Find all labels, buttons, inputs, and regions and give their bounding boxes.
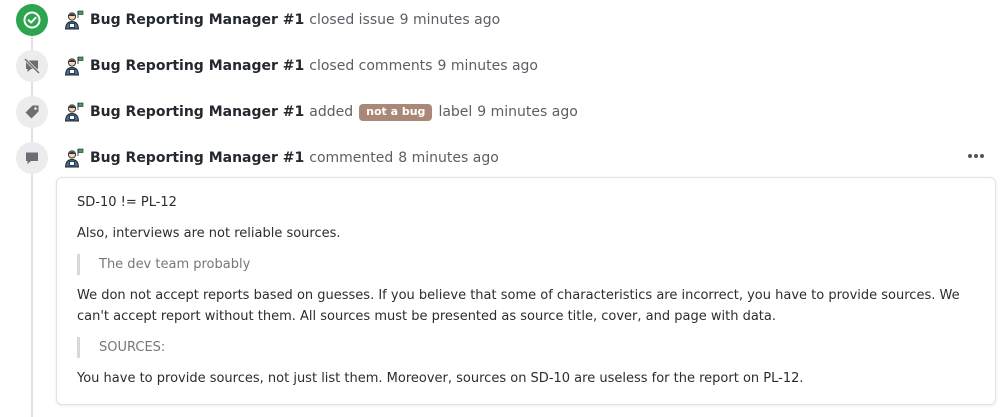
event-time[interactable]: 8 minutes ago	[398, 150, 499, 166]
comment-slash-icon	[16, 50, 48, 82]
event-action: added	[309, 104, 354, 120]
comment-blockquote: SOURCES:	[77, 337, 975, 358]
event-action-suffix: label	[438, 104, 473, 120]
timeline-event-closed-comments: Bug Reporting Manager #1 closed comments…	[16, 50, 538, 82]
event-author-link[interactable]: Bug Reporting Manager #1	[90, 150, 304, 166]
more-horizontal-icon	[968, 154, 984, 158]
comment-text: We don not accept reports based on guess…	[77, 288, 960, 324]
event-author-link[interactable]: Bug Reporting Manager #1	[90, 58, 304, 74]
comment-body: SD-10 != PL-12 Also, interviews are not …	[56, 177, 996, 405]
timeline-event-commented: Bug Reporting Manager #1 commented 8 min…	[16, 142, 499, 174]
event-time[interactable]: 9 minutes ago	[400, 12, 501, 28]
label-badge-not-a-bug[interactable]: not a bug	[359, 103, 433, 121]
avatar-icon[interactable]	[64, 102, 84, 122]
event-time[interactable]: 9 minutes ago	[477, 104, 578, 120]
event-time[interactable]: 9 minutes ago	[437, 58, 538, 74]
event-author-link[interactable]: Bug Reporting Manager #1	[90, 104, 304, 120]
event-action: commented	[309, 150, 394, 166]
timeline-event-closed-issue: Bug Reporting Manager #1 closed issue 9 …	[16, 4, 500, 36]
more-options-button[interactable]	[962, 148, 990, 164]
event-author-link[interactable]: Bug Reporting Manager #1	[90, 12, 304, 28]
comment-blockquote: The dev team probably	[77, 254, 975, 275]
avatar-icon[interactable]	[64, 56, 84, 76]
timeline-event-added-label: Bug Reporting Manager #1 added not a bug…	[16, 96, 578, 128]
event-action: closed issue	[309, 12, 395, 28]
comment-text: Also, interviews are not reliable source…	[77, 226, 341, 241]
event-action: closed comments	[309, 58, 433, 74]
avatar-icon[interactable]	[64, 10, 84, 30]
issue-timeline: Bug Reporting Manager #1 closed issue 9 …	[0, 0, 1000, 417]
comment-text: You have to provide sources, not just li…	[77, 371, 804, 386]
avatar-icon[interactable]	[64, 148, 84, 168]
check-circle-icon	[16, 4, 48, 36]
timeline-connector	[31, 36, 33, 417]
comment-icon	[16, 142, 48, 174]
comment-text: SD-10 != PL-12	[77, 195, 177, 210]
tag-icon	[16, 96, 48, 128]
